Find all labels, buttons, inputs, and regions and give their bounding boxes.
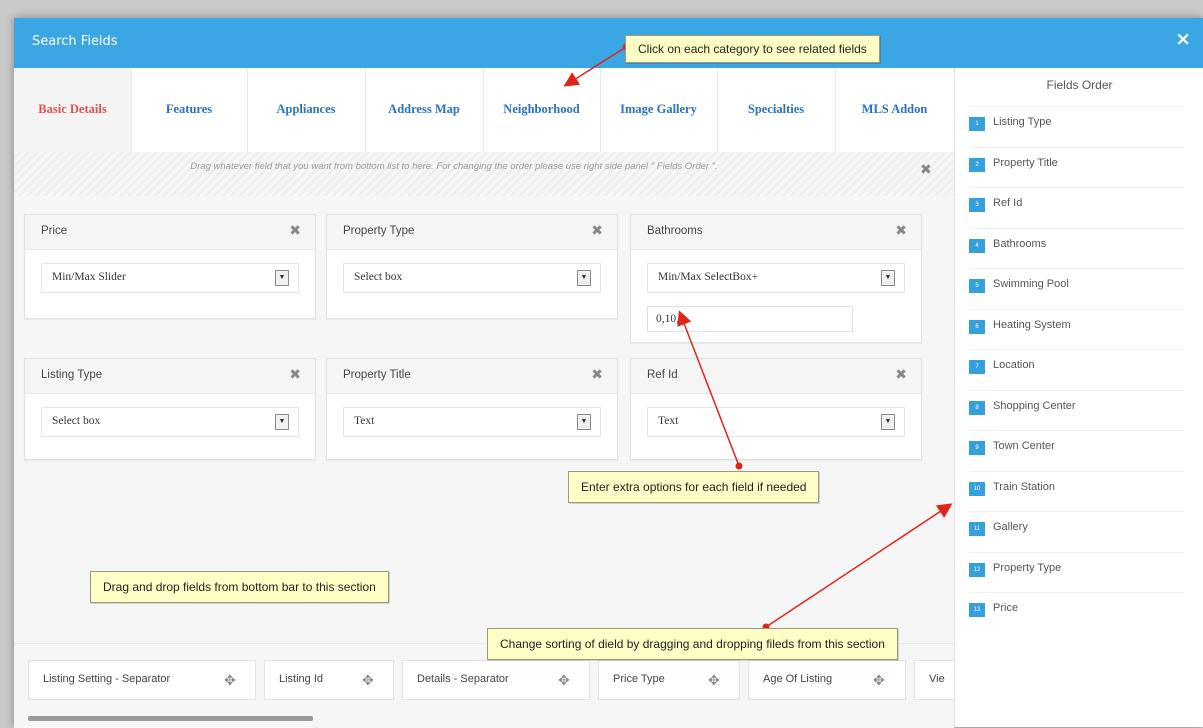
annotation-arrows (563, 43, 953, 631)
callout-sorting: Change sorting of dield by dragging and … (487, 628, 898, 660)
arrow-to-extra-input (677, 310, 740, 467)
callout-category: Click on each category to see related fi… (625, 35, 880, 63)
arrow-dot (735, 462, 743, 470)
callout-extra-options: Enter extra options for each field if ne… (568, 471, 820, 503)
callout-drag-drop: Drag and drop fields from bottom bar to … (90, 571, 389, 603)
arrow-to-tabs (563, 46, 627, 87)
arrow-to-order-panel (765, 503, 953, 628)
